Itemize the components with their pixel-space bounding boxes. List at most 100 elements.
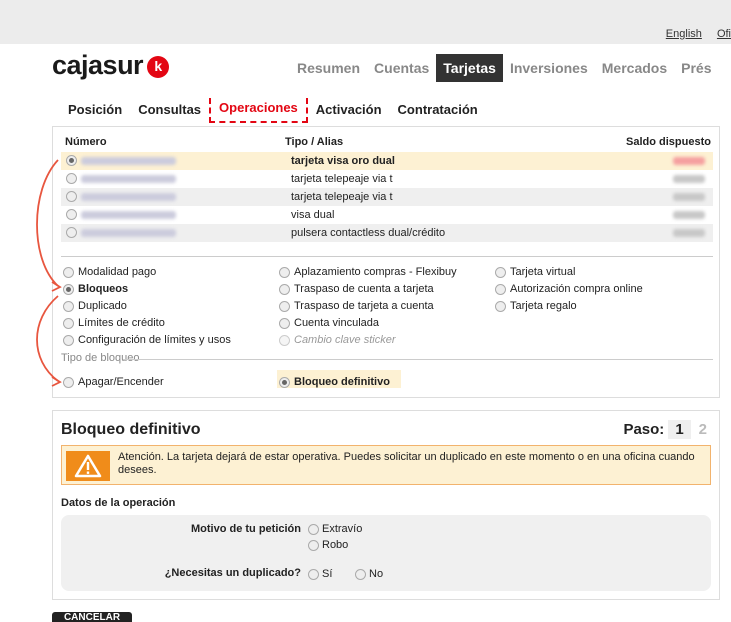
duplicate-label: ¿Necesitas un duplicado? xyxy=(164,567,301,579)
option-radio[interactable] xyxy=(279,318,290,329)
option-label: Traspaso de tarjeta a cuenta xyxy=(294,300,434,312)
option-label: Extravío xyxy=(322,523,363,535)
option-radio[interactable] xyxy=(63,267,74,278)
cajasur-logo[interactable]: cajasur k xyxy=(52,50,170,81)
balance-redacted xyxy=(673,211,705,219)
table-row[interactable]: tarjeta telepeaje via t xyxy=(61,188,713,206)
sub-nav: Posición Consultas Operaciones Activació… xyxy=(60,98,486,123)
divider xyxy=(123,359,713,360)
option-radio[interactable] xyxy=(495,301,506,312)
option-radio[interactable] xyxy=(308,540,319,551)
card-radio[interactable] xyxy=(66,227,77,238)
option-label: Bloqueo definitivo xyxy=(294,376,390,388)
option-radio[interactable] xyxy=(279,301,290,312)
nav-tarjetas[interactable]: Tarjetas xyxy=(436,54,503,82)
nav-cuentas[interactable]: Cuentas xyxy=(367,54,436,82)
option-radio[interactable] xyxy=(308,524,319,535)
card-alias: visa dual xyxy=(291,209,335,221)
option-radio xyxy=(279,335,290,346)
cards-panel: Número Tipo / Alias Saldo dispuesto tarj… xyxy=(52,126,720,398)
warning-box: Atención. La tarjeta dejará de estar ope… xyxy=(61,445,711,485)
option-radio[interactable] xyxy=(63,284,74,295)
card-radio[interactable] xyxy=(66,209,77,220)
card-alias: tarjeta visa oro dual xyxy=(291,155,395,167)
main-nav: Resumen Cuentas Tarjetas Inversiones Mer… xyxy=(290,54,718,82)
nav-prestamos[interactable]: Prés xyxy=(674,54,718,82)
balance-redacted xyxy=(673,229,705,237)
table-row[interactable]: pulsera contactless dual/crédito xyxy=(61,224,713,242)
brand-k-icon: k xyxy=(147,56,170,78)
card-number-redacted xyxy=(81,211,176,219)
reason-label: Motivo de tu petición xyxy=(191,523,301,535)
balance-redacted xyxy=(673,175,705,183)
nav-mercados[interactable]: Mercados xyxy=(595,54,674,82)
header-tipo: Tipo / Alias xyxy=(285,136,344,148)
step-indicator: Paso: 1 2 xyxy=(623,420,707,439)
block-type-legend: Tipo de bloqueo xyxy=(61,352,140,364)
brand-name: cajasur xyxy=(52,50,144,80)
option-label: Bloqueos xyxy=(78,283,129,295)
step-label: Paso: xyxy=(623,421,665,438)
card-alias: pulsera contactless dual/crédito xyxy=(291,227,446,239)
tab-operaciones[interactable]: Operaciones xyxy=(209,98,308,123)
option-radio[interactable] xyxy=(279,267,290,278)
language-link[interactable]: English xyxy=(666,28,702,40)
section-title: Datos de la operación xyxy=(61,497,176,509)
option-radio[interactable] xyxy=(279,284,290,295)
card-number-redacted xyxy=(81,157,176,165)
detail-title: Bloqueo definitivo xyxy=(61,421,201,438)
nav-resumen[interactable]: Resumen xyxy=(290,54,367,82)
option-label: Sí xyxy=(322,568,333,580)
option-label: Tarjeta regalo xyxy=(510,300,577,312)
option-radio[interactable] xyxy=(63,377,74,388)
option-label: Aplazamiento compras - Flexibuy xyxy=(294,266,457,278)
option-radio[interactable] xyxy=(279,377,290,388)
top-links: English Ofi xyxy=(654,28,731,40)
option-radio[interactable] xyxy=(63,335,74,346)
option-label: Configuración de límites y usos xyxy=(78,334,231,346)
tab-activacion[interactable]: Activación xyxy=(308,98,390,123)
step-current: 1 xyxy=(668,420,691,439)
divider xyxy=(61,256,713,257)
option-radio[interactable] xyxy=(63,318,74,329)
warning-text: Atención. La tarjeta dejará de estar ope… xyxy=(118,451,695,476)
card-number-redacted xyxy=(81,175,176,183)
option-radio[interactable] xyxy=(495,267,506,278)
option-label: Modalidad pago xyxy=(78,266,157,278)
card-radio[interactable] xyxy=(66,173,77,184)
header-saldo: Saldo dispuesto xyxy=(626,136,711,148)
card-radio[interactable] xyxy=(66,155,77,166)
option-radio[interactable] xyxy=(308,569,319,580)
option-radio[interactable] xyxy=(63,301,74,312)
option-radio[interactable] xyxy=(355,569,366,580)
cancel-button[interactable]: CANCELAR xyxy=(52,612,132,622)
offices-link[interactable]: Ofi xyxy=(717,28,731,40)
table-row[interactable]: tarjeta telepeaje via t xyxy=(61,170,713,188)
card-alias: tarjeta telepeaje via t xyxy=(291,173,393,185)
table-row[interactable]: visa dual xyxy=(61,206,713,224)
option-label: Cuenta vinculada xyxy=(294,317,380,329)
detail-panel: Bloqueo definitivo Paso: 1 2 Atención. La … xyxy=(52,410,720,600)
header: cajasur k Resumen Cuentas Tarjetas Invers… xyxy=(0,44,731,90)
option-label: Robo xyxy=(322,539,349,551)
balance-redacted xyxy=(673,157,705,165)
nav-inversiones[interactable]: Inversiones xyxy=(503,54,595,82)
option-label: Cambio clave sticker xyxy=(294,334,396,346)
option-label: No xyxy=(369,568,384,580)
step-next: 2 xyxy=(698,421,707,438)
option-label: Tarjeta virtual xyxy=(510,266,576,278)
option-radio[interactable] xyxy=(495,284,506,295)
card-number-redacted xyxy=(81,193,176,201)
tab-contratacion[interactable]: Contratación xyxy=(390,98,486,123)
top-bar: English Ofi xyxy=(0,0,731,44)
balance-redacted xyxy=(673,193,705,201)
table-row[interactable]: tarjeta visa oro dual xyxy=(61,152,713,170)
tab-consultas[interactable]: Consultas xyxy=(130,98,209,123)
option-label: Límites de crédito xyxy=(78,317,165,329)
option-label: Duplicado xyxy=(78,300,127,312)
option-label: Autorización compra online xyxy=(510,283,643,295)
card-radio[interactable] xyxy=(66,191,77,202)
warning-icon xyxy=(66,451,110,481)
operation-form: Motivo de tu petición Extravío Robo ¿Nec… xyxy=(61,515,711,591)
tab-posicion[interactable]: Posición xyxy=(60,98,130,123)
